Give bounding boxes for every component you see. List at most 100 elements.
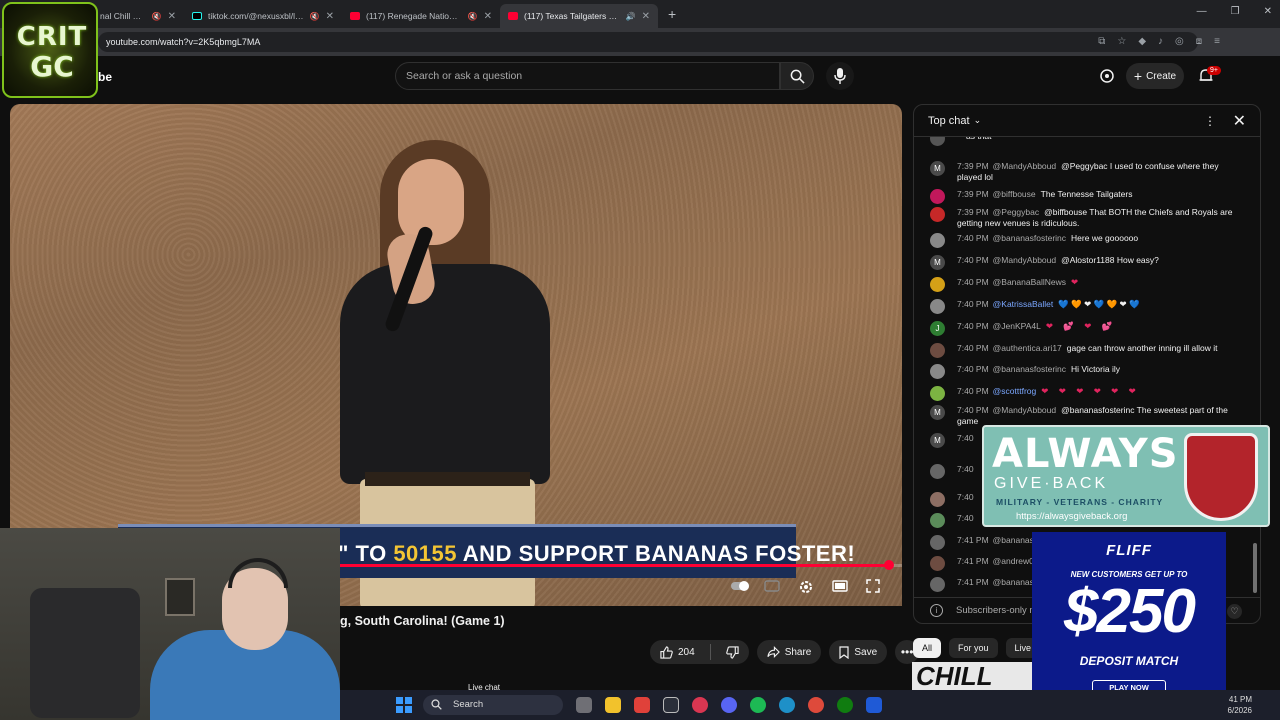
chat-author[interactable]: @biffbouse — [993, 189, 1036, 199]
minimize-icon[interactable]: — — [1197, 6, 1207, 17]
translate-icon[interactable]: ⧉ — [1098, 36, 1105, 47]
fullscreen-icon[interactable] — [866, 579, 882, 593]
more-vertical-icon[interactable]: ⋮ — [1204, 114, 1216, 128]
close-window-icon[interactable]: ✕ — [1264, 6, 1272, 17]
chat-author[interactable]: @authentica.ari17 — [993, 343, 1062, 353]
close-tab-icon[interactable]: ✕ — [168, 11, 176, 22]
audio-icon[interactable]: ♪ — [1158, 36, 1163, 47]
chat-author[interactable]: @bananasfosterinc — [993, 364, 1066, 374]
taskbar-search[interactable]: Search — [423, 695, 563, 715]
mute-icon[interactable]: 🔇 — [310, 12, 320, 21]
clips-icon[interactable] — [1100, 69, 1114, 83]
speaker-icon[interactable]: 🔊 — [626, 12, 636, 21]
search-input[interactable]: Search or ask a question — [395, 62, 780, 90]
chat-avatar[interactable]: M — [930, 255, 945, 270]
chevron-down-icon[interactable]: ⌄ — [974, 115, 982, 126]
save-button[interactable]: Save — [829, 640, 888, 664]
theater-mode-icon[interactable] — [832, 579, 848, 593]
chat-avatar[interactable] — [930, 343, 945, 358]
chat-author[interactable]: @Peggybac — [993, 207, 1039, 217]
close-tab-icon[interactable]: ✕ — [484, 11, 492, 22]
settings-gear-icon[interactable] — [798, 579, 814, 593]
maps-icon[interactable] — [692, 697, 708, 713]
menu-list-icon[interactable]: ≡ — [1214, 36, 1220, 47]
chat-avatar[interactable] — [930, 556, 945, 571]
ea-app-icon[interactable] — [866, 697, 882, 713]
chat-message[interactable]: 7:40 PM @bananasfosterinc Here we goooooo — [930, 233, 1240, 248]
subtitles-icon[interactable] — [764, 579, 780, 593]
chat-author[interactable]: @MandyAbboud — [993, 161, 1056, 171]
chat-author[interactable]: @bananasf — [993, 577, 1037, 587]
voice-search-button[interactable] — [826, 62, 854, 90]
scrollbar-thumb[interactable] — [1253, 543, 1257, 593]
chat-avatar[interactable] — [930, 277, 945, 292]
chip-for-you[interactable]: For you — [949, 638, 998, 658]
chat-message[interactable]: 7:40 PM @BananaBallNews ❤ — [930, 277, 1240, 292]
mute-icon[interactable]: 🔇 — [152, 12, 162, 21]
close-tab-icon[interactable]: ✕ — [642, 11, 650, 22]
chat-message[interactable]: M 7:40 PM @MandyAbboud @Alostor1188 How eas… — [930, 255, 1240, 270]
chat-author[interactable]: @MandyAbboud — [993, 405, 1056, 415]
share-button[interactable]: Share — [756, 640, 822, 664]
chat-author[interactable]: @KatrissaBallet — [993, 299, 1054, 309]
chat-author[interactable]: @bananasf — [993, 535, 1037, 545]
chat-avatar[interactable] — [930, 233, 945, 248]
app-icon[interactable] — [634, 697, 650, 713]
chat-author[interactable]: @BananaBallNews — [993, 277, 1066, 287]
edge-icon[interactable] — [779, 697, 795, 713]
extension-icon[interactable]: ◆ — [1138, 36, 1146, 47]
like-button[interactable]: 204 — [650, 640, 705, 664]
search-button[interactable] — [780, 62, 814, 90]
chat-avatar[interactable] — [930, 464, 945, 479]
chat-author[interactable]: @JenKPA4L — [993, 321, 1041, 331]
chip-all[interactable]: All — [913, 638, 942, 658]
create-button[interactable]: + Create — [1126, 63, 1184, 89]
chat-author[interactable]: @scotttfrog — [993, 386, 1037, 396]
app-icon[interactable] — [663, 697, 679, 713]
mute-icon[interactable]: 🔇 — [468, 12, 478, 21]
chat-avatar[interactable] — [930, 513, 945, 528]
puzzle-icon[interactable]: ⧈ — [1196, 36, 1202, 47]
chat-avatar[interactable] — [930, 535, 945, 550]
task-view-icon[interactable] — [576, 697, 592, 713]
system-clock[interactable]: 41 PM 6/2026 — [1228, 694, 1252, 716]
chat-avatar[interactable] — [930, 492, 945, 507]
vpn-icon[interactable]: ◎ — [1175, 36, 1184, 47]
chat-avatar[interactable] — [930, 386, 945, 401]
chat-author[interactable]: @bananasfosterinc — [993, 233, 1066, 243]
chat-avatar[interactable]: M — [930, 161, 945, 176]
chrome-icon[interactable] — [808, 697, 824, 713]
chat-avatar[interactable] — [930, 364, 945, 379]
browser-tab-3[interactable]: (117) Renegade Nation_wi 🔇 ✕ — [342, 4, 500, 28]
scrubber-handle[interactable] — [884, 560, 894, 570]
chat-avatar[interactable] — [930, 207, 945, 222]
chat-message[interactable]: J 7:40 PM @JenKPA4L ❤ 💕 ❤ 💕 — [930, 321, 1240, 336]
chat-message[interactable]: 7:40 PM @bananasfosterinc Hi Victoria ily — [930, 364, 1240, 379]
browser-tab-2[interactable]: tiktok.com/@nexusxbl/live 🔇 ✕ — [184, 4, 342, 28]
chat-author[interactable]: @MandyAbboud — [993, 255, 1056, 265]
chat-message[interactable]: 7:40 PM @KatrissaBallet 💙 🧡 ❤ 💙 🧡 ❤ 💙 — [930, 299, 1240, 314]
xbox-icon[interactable] — [837, 697, 853, 713]
autoplay-toggle-icon[interactable] — [730, 579, 749, 593]
chat-message[interactable]: as that — [930, 137, 1240, 146]
chat-avatar[interactable] — [930, 137, 945, 146]
heart-reaction-icon[interactable]: ♡ — [1227, 604, 1242, 619]
chat-avatar[interactable] — [930, 189, 945, 204]
chill-thumbnail[interactable]: CHILL — [912, 662, 1032, 690]
windows-start-icon[interactable] — [396, 697, 412, 713]
chat-message[interactable]: 7:39 PM @biffbouse The Tennesse Tailgaters — [930, 189, 1240, 204]
discord-icon[interactable] — [721, 697, 737, 713]
chat-message[interactable]: 7:39 PM @Peggybac @biffbouse That BOTH the… — [930, 207, 1240, 229]
chat-mode-select[interactable]: Top chat — [928, 115, 970, 127]
maximize-icon[interactable]: ❐ — [1231, 6, 1240, 17]
close-chat-icon[interactable]: ✕ — [1233, 111, 1246, 131]
spotify-icon[interactable] — [750, 697, 766, 713]
new-tab-plus-icon[interactable]: + — [668, 6, 676, 22]
chat-avatar[interactable] — [930, 299, 945, 314]
chat-avatar[interactable]: M — [930, 433, 945, 448]
address-bar[interactable]: youtube.com/watch?v=2K5qbmgL7MA — [98, 32, 1198, 52]
youtube-logo[interactable]: be — [98, 70, 112, 84]
chat-avatar[interactable]: J — [930, 321, 945, 336]
chat-message[interactable]: 7:40 PM @scotttfrog ❤ ❤ ❤ ❤ ❤ ❤ — [930, 386, 1240, 401]
file-explorer-icon[interactable] — [605, 697, 621, 713]
